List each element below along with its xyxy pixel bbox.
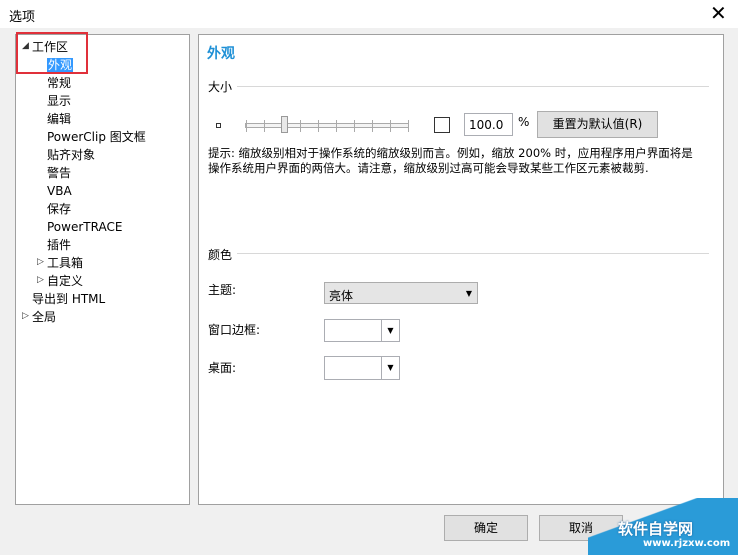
title-bar: 选项 ✕ [0,0,738,28]
options-tree[interactable]: ◢ 工作区 外观 常规 显示 编辑 PowerClip 图文框 贴齐对象 警告 VBA 保存 Powe… [15,34,190,505]
collapsed-arrow-icon[interactable]: ▷ [37,275,44,285]
slider-tick [408,120,409,132]
tree-item-label: 常规 [47,76,72,90]
zoom-input[interactable]: 100.0 [464,113,513,136]
panel-heading: 外观 [207,46,235,62]
tree-item[interactable]: PowerTRACE [47,218,122,236]
appearance-panel: 外观 大小 100.0 % 重置为默认值(R) 提示: 缩放级别相对于操作系统的… [198,34,724,505]
zoom-value: 100.0 [469,118,504,132]
window-title: 选项 [9,10,36,25]
tree-item-label: 保存 [47,202,72,216]
tree-item[interactable]: 编辑 [47,110,71,128]
zoom-slider[interactable] [245,120,409,132]
hint-line-1: 提示: 缩放级别相对于操作系统的缩放级别而言。例如，缩放 200% 时，应用程序… [208,146,693,160]
tree-item-label: 贴齐对象 [47,148,96,162]
theme-label: 主题: [208,283,237,297]
divider [237,86,709,87]
tree-item-label: 编辑 [47,112,72,126]
close-button[interactable]: ✕ [710,1,727,25]
tree-item-label: 插件 [47,238,72,252]
color-section-label: 颜色 [208,248,233,262]
tree-item[interactable]: 警告 [47,164,71,182]
size-section-label: 大小 [208,80,233,94]
tree-item[interactable]: 贴齐对象 [47,146,95,164]
chevron-down-icon: ▼ [465,289,472,298]
tree-item-label: VBA [47,184,72,198]
desktop-color-select[interactable]: ▼ [324,356,400,380]
chevron-down-icon: ▼ [381,320,399,341]
tree-item[interactable]: PowerClip 图文框 [47,128,146,146]
slider-tick [246,120,247,132]
tree-item-label: 全局 [32,310,57,324]
small-size-icon [216,123,221,128]
tree-item[interactable]: 插件 [47,236,71,254]
collapsed-arrow-icon[interactable]: ▷ [37,257,44,267]
desktop-label: 桌面: [208,361,237,375]
zoom-checkbox[interactable] [434,117,450,133]
tree-item-label: 自定义 [47,274,84,288]
highlight-box [16,32,88,74]
slider-tick [318,120,319,132]
slider-tick [336,120,337,132]
tree-item-label: 警告 [47,166,72,180]
tree-item-label: PowerClip 图文框 [47,130,146,144]
slider-tick [354,120,355,132]
chevron-down-icon: ▼ [381,357,399,379]
tree-item[interactable]: VBA [47,182,72,200]
slider-tick [372,120,373,132]
watermark-text: 软件自学网 [618,520,694,538]
window-border-color-select[interactable]: ▼ [324,319,400,342]
tree-item-label: 工具箱 [47,256,84,270]
tree-item[interactable]: 保存 [47,200,71,218]
collapsed-arrow-icon[interactable]: ▷ [22,311,29,321]
zoom-slider-thumb[interactable] [281,116,288,133]
tree-item[interactable]: 显示 [47,92,71,110]
hint-line-2: 操作系统用户界面的两倍大。请注意，缩放级别过高可能会导致某些工作区元素被裁剪. [208,161,649,175]
tree-item-label: PowerTRACE [47,220,123,234]
watermark-url: www.rjzxw.com [643,538,731,549]
divider [237,253,709,254]
ok-button[interactable]: 确定 [444,515,528,541]
tree-item[interactable]: 自定义 [47,272,83,290]
percent-label: % [518,115,530,129]
slider-tick [300,120,301,132]
tree-item[interactable]: 导出到 HTML [32,290,105,308]
tree-item[interactable]: 工具箱 [47,254,83,272]
theme-select[interactable]: 亮体 ▼ [324,282,478,304]
theme-value: 亮体 [329,289,354,303]
tree-item[interactable]: 全局 [32,308,56,326]
reset-default-button[interactable]: 重置为默认值(R) [537,111,658,138]
tree-item[interactable]: 常规 [47,74,71,92]
slider-tick [264,120,265,132]
watermark: 软件自学网 www.rjzxw.com [588,498,738,555]
tree-item-label: 显示 [47,94,72,108]
tree-item-label: 导出到 HTML [32,292,106,306]
slider-tick [390,120,391,132]
window-border-label: 窗口边框: [208,323,261,337]
